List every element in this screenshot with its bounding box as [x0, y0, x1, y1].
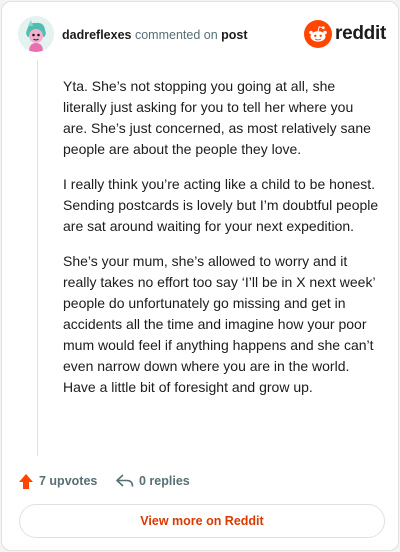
comment-body: Yta. She’s not stopping you going at all…	[63, 76, 381, 412]
comment-actions: 7 upvotes 0 replies	[18, 470, 382, 492]
reddit-logo[interactable]: reddit	[304, 20, 386, 48]
reply-count: 0 replies	[139, 474, 190, 488]
comment-embed-card: dadreflexes commented on post reddit Yta…	[1, 1, 399, 551]
thread-line	[37, 60, 38, 456]
reply-arrow-icon	[116, 474, 134, 487]
comment-paragraph: I really think you’re acting like a chil…	[63, 176, 379, 234]
username-link[interactable]: dadreflexes	[62, 28, 131, 42]
upvote-button[interactable]: 7 upvotes	[18, 470, 97, 492]
commented-on-text: commented on	[134, 28, 218, 42]
replies-button[interactable]: 0 replies	[116, 470, 190, 492]
upvote-count: 7 upvotes	[39, 474, 98, 488]
view-more-button[interactable]: View more on Reddit	[19, 504, 385, 538]
comment-paragraph: Yta. She’s not stopping you going at all…	[63, 78, 371, 157]
reddit-wordmark: reddit	[335, 23, 386, 44]
reddit-snoo-icon	[304, 20, 332, 48]
comment-meta: dadreflexes commented on post	[62, 28, 248, 42]
upvote-arrow-icon	[19, 473, 33, 489]
comment-header: dadreflexes commented on post reddit	[18, 16, 386, 56]
user-avatar[interactable]	[18, 16, 54, 52]
comment-paragraph: She’s your mum, she’s allowed to worry a…	[63, 253, 376, 395]
post-link[interactable]: post	[221, 28, 247, 42]
